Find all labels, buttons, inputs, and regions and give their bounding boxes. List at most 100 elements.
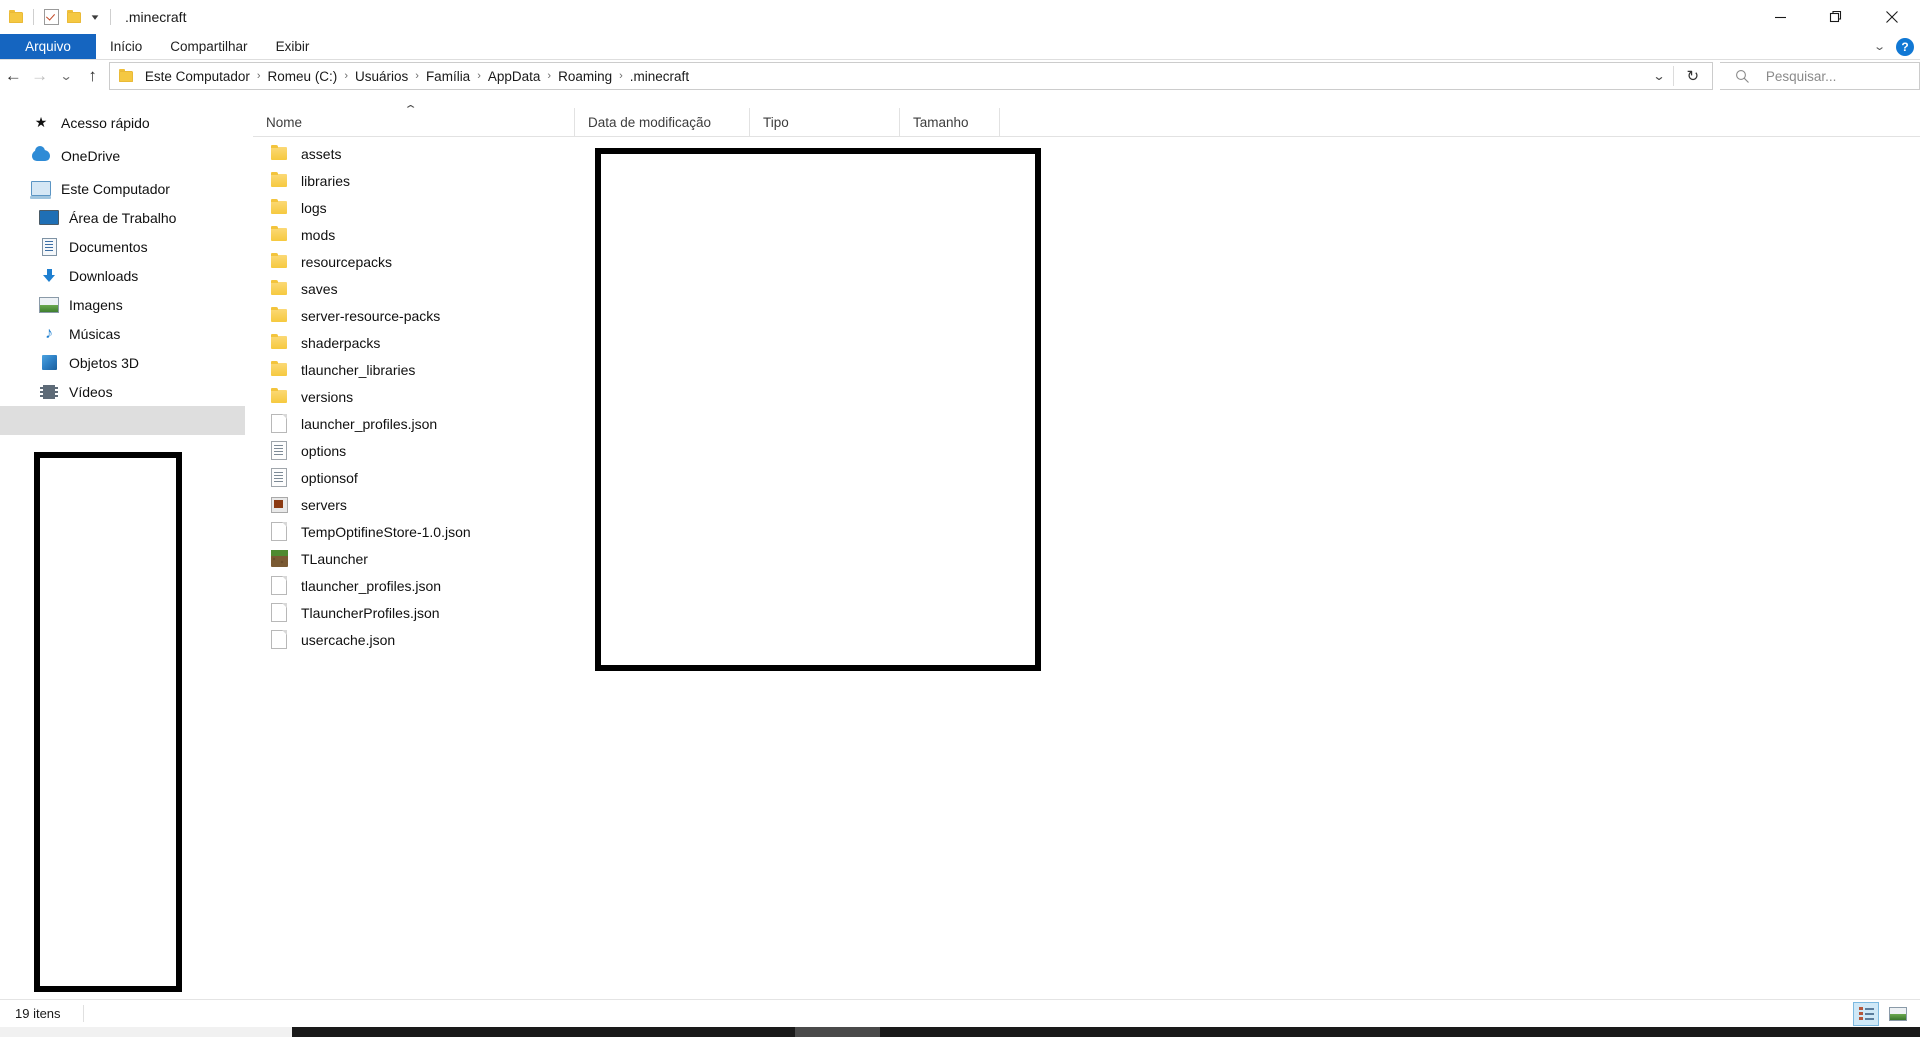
- breadcrumb-tail-controls: ⌄ ↻: [1645, 66, 1712, 86]
- minimize-icon[interactable]: [1752, 0, 1808, 34]
- breadcrumb: Este Computador › Romeu (C:) › Usuários …: [140, 67, 1645, 86]
- folder-icon: [269, 279, 289, 299]
- search-box[interactable]: Pesquisar...: [1719, 62, 1920, 90]
- folder-icon: [269, 252, 289, 272]
- maximize-icon[interactable]: [1808, 0, 1864, 34]
- breadcrumb-item-0[interactable]: Este Computador: [140, 67, 255, 86]
- table-row[interactable]: launcher_profiles.json: [253, 410, 1920, 437]
- table-row[interactable]: tlauncher_libraries: [253, 356, 1920, 383]
- search-input[interactable]: Pesquisar...: [1766, 69, 1837, 84]
- table-row[interactable]: optionsof: [253, 464, 1920, 491]
- breadcrumb-item-4[interactable]: AppData: [483, 67, 546, 86]
- breadcrumb-separator-icon[interactable]: ›: [255, 70, 263, 82]
- table-row[interactable]: TempOptifineStore-1.0.json: [253, 518, 1920, 545]
- table-row[interactable]: assets: [253, 140, 1920, 167]
- column-header-label: Nome: [266, 114, 303, 130]
- json-file-icon: [269, 522, 289, 542]
- sidebar-item-acesso-rapido[interactable]: ★ Acesso rápido: [0, 108, 245, 137]
- sidebar-item-downloads[interactable]: Downloads: [0, 261, 245, 290]
- column-header-tamanho[interactable]: Tamanho: [900, 108, 1000, 136]
- table-row[interactable]: servers: [253, 491, 1920, 518]
- breadcrumb-item-6[interactable]: .minecraft: [625, 67, 694, 86]
- column-header-nome[interactable]: Nome ⌃: [253, 104, 575, 136]
- cloud-icon: [30, 146, 52, 165]
- window-controls: [1752, 0, 1920, 34]
- address-dropdown-icon[interactable]: ⌄: [1641, 69, 1677, 83]
- tab-compartilhar[interactable]: Compartilhar: [156, 34, 261, 59]
- folder-icon[interactable]: [6, 6, 26, 28]
- sidebar-item-label: Documentos: [69, 238, 148, 255]
- file-name: TlauncherProfiles.json: [301, 604, 440, 621]
- table-row[interactable]: mods: [253, 221, 1920, 248]
- table-row[interactable]: shaderpacks: [253, 329, 1920, 356]
- details-view-icon[interactable]: [1853, 1001, 1879, 1026]
- breadcrumb-bar[interactable]: Este Computador › Romeu (C:) › Usuários …: [108, 62, 1713, 90]
- file-name: versions: [301, 388, 354, 405]
- table-row[interactable]: usercache.json: [253, 626, 1920, 653]
- sidebar-item-documentos[interactable]: Documentos: [0, 232, 245, 261]
- sidebar-item-musicas[interactable]: ♪ Músicas: [0, 319, 245, 348]
- table-row[interactable]: options: [253, 437, 1920, 464]
- folder-icon: [269, 171, 289, 191]
- customize-toolbar-caret-icon[interactable]: ▾: [83, 12, 107, 22]
- sidebar-item-onedrive[interactable]: OneDrive: [0, 141, 245, 170]
- breadcrumb-item-1[interactable]: Romeu (C:): [263, 67, 343, 86]
- breadcrumb-separator-icon[interactable]: ›: [413, 70, 421, 82]
- table-row[interactable]: TlauncherProfiles.json: [253, 599, 1920, 626]
- sidebar-item-selected[interactable]: [0, 406, 245, 435]
- folder-icon: [269, 144, 289, 164]
- tab-arquivo[interactable]: Arquivo: [0, 34, 96, 59]
- breadcrumb-separator-icon[interactable]: ›: [617, 70, 625, 82]
- recent-locations-button[interactable]: ⌄: [49, 60, 83, 92]
- file-name: logs: [301, 199, 327, 216]
- file-list: assets libraries logs mods resourcepacks…: [253, 140, 1920, 1010]
- thumbnails-view-icon[interactable]: [1886, 1003, 1910, 1025]
- refresh-icon[interactable]: ↻: [1674, 67, 1712, 85]
- sidebar-item-label: Acesso rápido: [61, 114, 150, 131]
- file-name: shaderpacks: [301, 334, 381, 351]
- folder-icon: [269, 306, 289, 326]
- address-folder-icon: [110, 68, 140, 82]
- column-header-data-de-modificacao[interactable]: Data de modificação: [575, 108, 750, 136]
- computer-icon: [30, 180, 52, 199]
- status-divider: [82, 1005, 84, 1022]
- tab-exibir[interactable]: Exibir: [262, 34, 324, 59]
- table-row[interactable]: resourcepacks: [253, 248, 1920, 275]
- help-icon[interactable]: ?: [1896, 37, 1914, 56]
- sidebar-item-label: OneDrive: [61, 147, 121, 164]
- breadcrumb-separator-icon[interactable]: ›: [475, 70, 483, 82]
- breadcrumb-item-5[interactable]: Roaming: [553, 67, 617, 86]
- taskbar: [0, 1027, 1920, 1037]
- breadcrumb-separator-icon[interactable]: ›: [342, 70, 350, 82]
- sidebar-item-videos[interactable]: Vídeos: [0, 377, 245, 406]
- sidebar-item-area-de-trabalho[interactable]: Área de Trabalho: [0, 203, 245, 232]
- table-row[interactable]: libraries: [253, 167, 1920, 194]
- chevron-down-icon[interactable]: ⌄: [1873, 40, 1886, 53]
- checkbox-properties-icon[interactable]: [41, 6, 61, 28]
- file-name: optionsof: [301, 469, 358, 486]
- quick-access-toolbar: ▾: [0, 0, 115, 34]
- breadcrumb-item-3[interactable]: Família: [421, 67, 475, 86]
- table-row[interactable]: logs: [253, 194, 1920, 221]
- table-row[interactable]: TLauncher: [253, 545, 1920, 572]
- json-file-icon: [269, 630, 289, 650]
- sidebar-item-este-computador[interactable]: Este Computador: [0, 174, 245, 203]
- breadcrumb-item-2[interactable]: Usuários: [350, 67, 413, 86]
- sidebar-item-imagens[interactable]: Imagens: [0, 290, 245, 319]
- table-row[interactable]: saves: [253, 275, 1920, 302]
- text-file-icon: [269, 441, 289, 461]
- tab-inicio[interactable]: Início: [96, 34, 156, 59]
- file-name: servers: [301, 496, 347, 513]
- close-icon[interactable]: [1864, 0, 1920, 34]
- new-folder-icon[interactable]: [64, 6, 84, 28]
- table-row[interactable]: tlauncher_profiles.json: [253, 572, 1920, 599]
- table-row[interactable]: versions: [253, 383, 1920, 410]
- breadcrumb-separator-icon[interactable]: ›: [545, 70, 553, 82]
- folder-icon: [269, 360, 289, 380]
- taskbar-active-item[interactable]: [795, 1027, 880, 1037]
- back-button[interactable]: ←: [0, 60, 26, 92]
- file-name: resourcepacks: [301, 253, 393, 270]
- column-header-tipo[interactable]: Tipo: [750, 108, 900, 136]
- table-row[interactable]: server-resource-packs: [253, 302, 1920, 329]
- sidebar-item-objetos-3d[interactable]: Objetos 3D: [0, 348, 245, 377]
